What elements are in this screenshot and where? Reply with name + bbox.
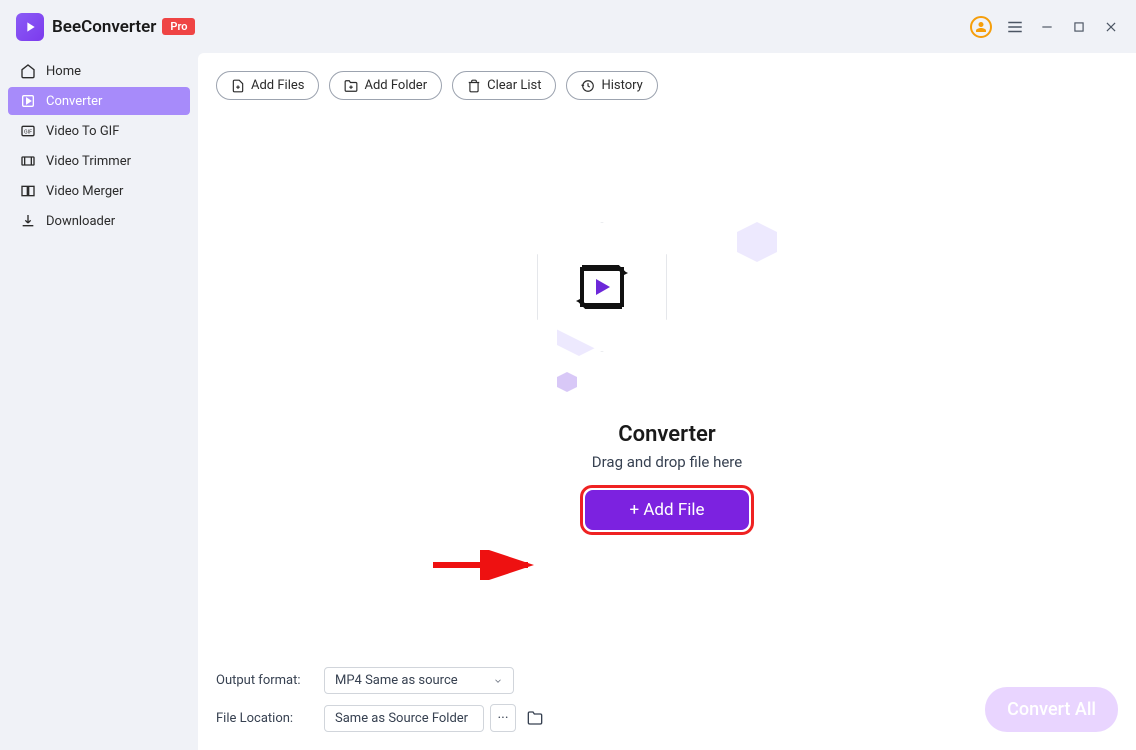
folder-icon: [527, 710, 543, 726]
file-location-label: File Location:: [216, 711, 306, 726]
trash-icon: [467, 79, 481, 93]
convert-loop-icon: [570, 255, 634, 319]
pro-badge: Pro: [162, 18, 195, 35]
button-label: Add Files: [251, 78, 304, 93]
footer: Output format: MP4 Same as source File L…: [198, 657, 1136, 750]
add-folder-button[interactable]: Add Folder: [329, 71, 442, 100]
file-plus-icon: [231, 79, 245, 93]
drop-zone-title: Converter: [618, 422, 715, 447]
output-format-select[interactable]: MP4 Same as source: [324, 667, 514, 694]
sidebar-item-converter[interactable]: Converter: [8, 87, 190, 115]
sidebar-item-label: Converter: [46, 94, 102, 109]
main-panel: Add Files Add Folder Clear List History: [198, 53, 1136, 750]
clear-list-button[interactable]: Clear List: [452, 71, 556, 100]
app-logo-icon: [16, 13, 44, 41]
add-file-highlight: + Add File: [580, 485, 753, 535]
output-format-label: Output format:: [216, 673, 306, 688]
button-label: Add Folder: [364, 78, 427, 93]
button-label: History: [601, 78, 642, 93]
toolbar: Add Files Add Folder Clear List History: [198, 53, 1136, 100]
sidebar-item-label: Home: [46, 64, 81, 79]
history-button[interactable]: History: [566, 71, 657, 100]
sidebar-item-label: Video Trimmer: [46, 154, 131, 169]
open-folder-button[interactable]: [522, 704, 548, 732]
add-files-button[interactable]: Add Files: [216, 71, 319, 100]
merger-icon: [20, 183, 36, 199]
add-file-button[interactable]: + Add File: [585, 490, 748, 530]
file-location-more-button[interactable]: ···: [490, 704, 516, 732]
convert-all-button[interactable]: Convert All: [985, 687, 1118, 732]
hamburger-menu-icon[interactable]: [1006, 18, 1024, 36]
folder-plus-icon: [344, 79, 358, 93]
sidebar-item-downloader[interactable]: Downloader: [8, 207, 190, 235]
file-location-input[interactable]: Same as Source Folder: [324, 705, 484, 732]
output-format-row: Output format: MP4 Same as source: [216, 667, 548, 694]
gif-icon: GIF: [20, 123, 36, 139]
annotation-arrow-icon: [428, 550, 548, 580]
home-icon: [20, 63, 36, 79]
drop-zone-subtitle: Drag and drop file here: [592, 453, 742, 471]
converter-hero-graphic: [537, 222, 797, 402]
select-value: MP4 Same as source: [335, 673, 458, 688]
sidebar-item-label: Video To GIF: [46, 124, 119, 139]
sidebar-item-label: Downloader: [46, 214, 115, 229]
titlebar: BeeConverter Pro: [0, 0, 1136, 53]
window-close-icon[interactable]: [1102, 18, 1120, 36]
trimmer-icon: [20, 153, 36, 169]
button-label: Clear List: [487, 78, 541, 93]
sidebar-item-video-trimmer[interactable]: Video Trimmer: [8, 147, 190, 175]
history-icon: [581, 79, 595, 93]
app-name: BeeConverter: [52, 17, 156, 37]
drop-zone[interactable]: Converter Drag and drop file here + Add …: [198, 100, 1136, 657]
account-icon[interactable]: [970, 16, 992, 38]
window-maximize-icon[interactable]: [1070, 18, 1088, 36]
file-location-row: File Location: Same as Source Folder ···: [216, 704, 548, 732]
sidebar-item-home[interactable]: Home: [8, 57, 190, 85]
sidebar-item-video-merger[interactable]: Video Merger: [8, 177, 190, 205]
sidebar-item-video-to-gif[interactable]: GIF Video To GIF: [8, 117, 190, 145]
svg-text:GIF: GIF: [24, 130, 32, 136]
sidebar: Home Converter GIF Video To GIF Video Tr…: [0, 53, 198, 750]
download-icon: [20, 213, 36, 229]
chevron-down-icon: [493, 676, 503, 686]
converter-icon: [20, 93, 36, 109]
sidebar-item-label: Video Merger: [46, 184, 123, 199]
window-minimize-icon[interactable]: [1038, 18, 1056, 36]
